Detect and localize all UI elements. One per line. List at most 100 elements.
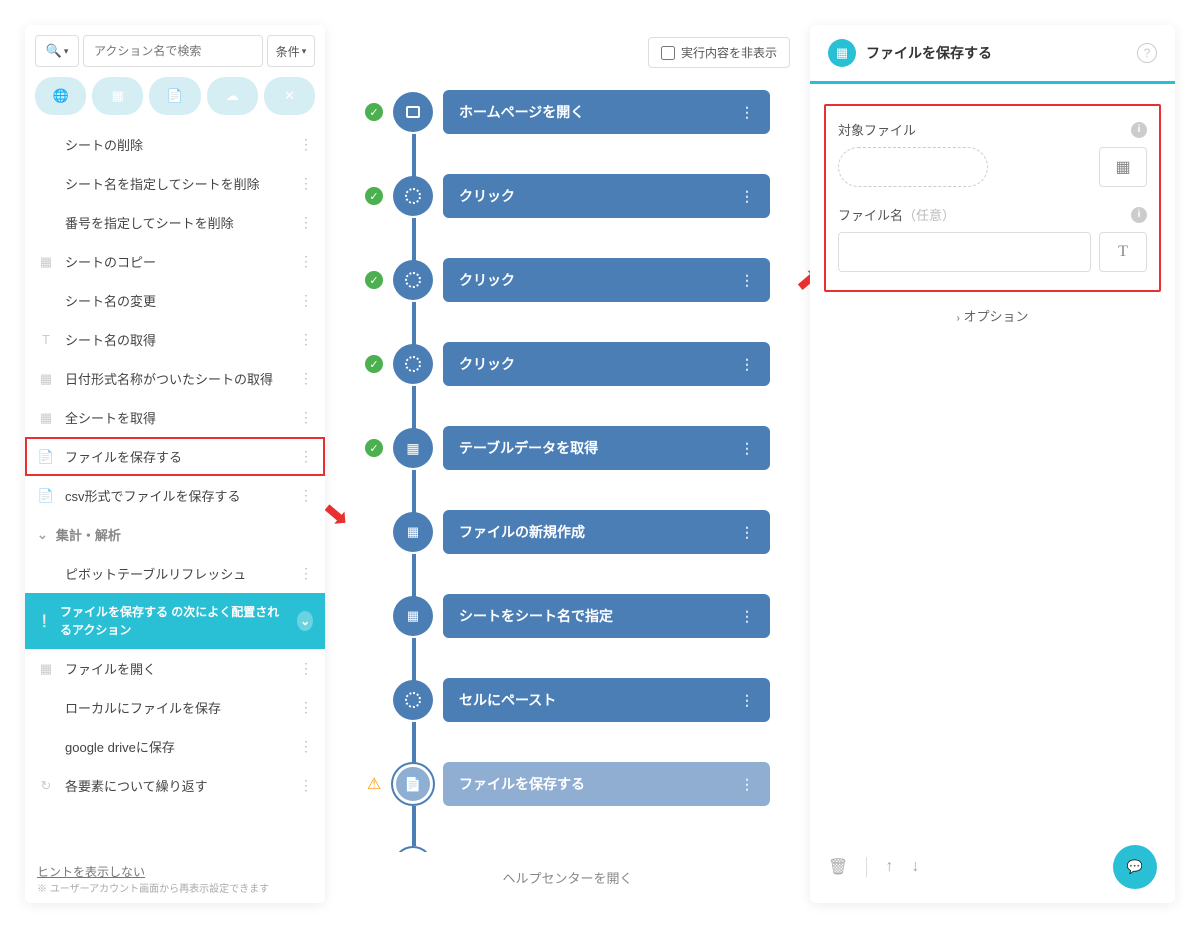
more-icon[interactable]: ⋮ — [299, 214, 313, 231]
more-icon[interactable]: ⋮ — [299, 777, 313, 794]
action-item[interactable]: Tシート名の取得⋮ — [25, 320, 325, 359]
more-icon[interactable]: ⋮ — [740, 524, 754, 541]
text-var-button[interactable]: T — [1099, 232, 1147, 272]
node-label: クリック — [459, 186, 515, 206]
node-icon[interactable]: ▦ — [393, 428, 433, 468]
more-icon[interactable]: ⋮ — [299, 175, 313, 192]
category-header[interactable]: ⌄集計・解析 — [25, 515, 325, 554]
node-bar[interactable]: クリック ⋮ — [443, 174, 770, 218]
flow-node[interactable]: ▦ファイルの新規作成⋮ — [365, 510, 770, 554]
suggestion-header[interactable]: ❕ファイルを保存する の次によく配置されるアクション⌄ — [25, 593, 325, 649]
info-icon[interactable]: i — [1131, 122, 1147, 138]
props-body: 対象ファイル i ▦ ファイル名 （任意） i — [810, 84, 1175, 359]
search-button[interactable]: 🔍▾ — [35, 35, 79, 67]
search-input[interactable] — [83, 35, 263, 67]
hide-exec-toggle[interactable]: 実行内容を非表示 — [648, 37, 790, 68]
flow-node[interactable]: ✓▦テーブルデータを取得⋮ — [365, 426, 770, 470]
flow-node[interactable]: ✓クリック⋮ — [365, 342, 770, 386]
node-bar[interactable]: ファイルを保存する⋮ — [443, 762, 770, 806]
node-bar[interactable]: クリック⋮ — [443, 258, 770, 302]
more-icon[interactable]: ⋮ — [299, 370, 313, 387]
move-down-button[interactable]: ↓ — [911, 858, 919, 876]
help-center-link[interactable]: ヘルプセンターを開く — [325, 852, 810, 903]
more-icon[interactable]: ⋮ — [740, 188, 754, 205]
comment-button[interactable]: 💬 — [1113, 845, 1157, 889]
more-icon[interactable]: ⋮ — [299, 136, 313, 153]
action-item[interactable]: ▦全シートを取得⋮ — [25, 398, 325, 437]
more-icon[interactable]: ⋮ — [299, 565, 313, 582]
add-node-button[interactable]: + — [393, 846, 433, 852]
connector — [412, 554, 416, 598]
alert-icon: ❕ — [37, 612, 52, 630]
action-item[interactable]: 📄ファイルを保存する⋮ — [25, 437, 325, 476]
flow-node[interactable]: ✓クリック⋮ — [365, 258, 770, 302]
node-icon[interactable] — [393, 344, 433, 384]
node-icon[interactable] — [393, 176, 433, 216]
action-item[interactable]: ▦シートのコピー⋮ — [25, 242, 325, 281]
action-item[interactable]: ローカルにファイルを保存⋮ — [25, 688, 325, 727]
more-icon[interactable]: ⋮ — [299, 409, 313, 426]
node-bar[interactable]: クリック⋮ — [443, 342, 770, 386]
node-bar[interactable]: シートをシート名で指定⋮ — [443, 594, 770, 638]
flow-node[interactable]: ✓ホームページを開く⋮ — [365, 90, 770, 134]
status-ok-icon: ✓ — [365, 187, 383, 205]
arrow-annotation-left: ➡ — [325, 491, 359, 537]
delete-button[interactable]: 🗑 — [828, 857, 848, 877]
action-item[interactable]: シート名の変更⋮ — [25, 281, 325, 320]
tab-tools[interactable]: ✕ — [264, 77, 315, 115]
action-item[interactable]: ピボットテーブルリフレッシュ⋮ — [25, 554, 325, 593]
more-icon[interactable]: ⋮ — [299, 331, 313, 348]
node-bar[interactable]: ファイルの新規作成⋮ — [443, 510, 770, 554]
more-icon[interactable]: ⋮ — [740, 104, 754, 121]
node-icon[interactable]: 📄 — [393, 764, 433, 804]
node-icon[interactable]: ▦ — [393, 596, 433, 636]
node-icon[interactable] — [393, 92, 433, 132]
node-bar[interactable]: セルにペースト⋮ — [443, 678, 770, 722]
hide-hint-link[interactable]: ヒントを表示しない — [37, 863, 313, 880]
more-icon[interactable]: ⋮ — [299, 487, 313, 504]
action-item[interactable]: シート名を指定してシートを削除⋮ — [25, 164, 325, 203]
action-item[interactable]: シートの削除⋮ — [25, 125, 325, 164]
node-icon[interactable] — [393, 260, 433, 300]
tab-web[interactable]: 🌐 — [35, 77, 86, 115]
action-label: ファイルを保存する — [65, 447, 289, 466]
action-item[interactable]: ▦ファイルを開く⋮ — [25, 649, 325, 688]
flow-node[interactable]: ✓ クリック ⋮ — [365, 174, 770, 218]
flow-node[interactable]: ⚠📄ファイルを保存する⋮ — [365, 762, 770, 806]
tab-cloud[interactable]: ☁ — [207, 77, 258, 115]
more-icon[interactable]: ⋮ — [740, 776, 754, 793]
more-icon[interactable]: ⋮ — [299, 448, 313, 465]
more-icon[interactable]: ⋮ — [299, 699, 313, 716]
target-file-input[interactable] — [838, 147, 988, 187]
action-item[interactable]: ▦日付形式名称がついたシートの取得⋮ — [25, 359, 325, 398]
tab-excel[interactable]: ▦ — [92, 77, 143, 115]
filename-input[interactable] — [838, 232, 1091, 272]
more-icon[interactable]: ⋮ — [299, 738, 313, 755]
action-item[interactable]: google driveに保存⋮ — [25, 727, 325, 766]
move-up-button[interactable]: ↑ — [885, 858, 893, 876]
pick-file-button[interactable]: ▦ — [1099, 147, 1147, 187]
action-item[interactable]: 番号を指定してシートを削除⋮ — [25, 203, 325, 242]
condition-button[interactable]: 条件▾ — [267, 35, 315, 67]
more-icon[interactable]: ⋮ — [740, 608, 754, 625]
action-item[interactable]: ↻各要素について繰り返す⋮ — [25, 766, 325, 805]
help-icon[interactable]: ? — [1137, 43, 1157, 63]
info-icon[interactable]: i — [1131, 207, 1147, 223]
more-icon[interactable]: ⋮ — [299, 292, 313, 309]
hide-exec-checkbox[interactable] — [661, 46, 675, 60]
node-icon[interactable] — [393, 680, 433, 720]
more-icon[interactable]: ⋮ — [740, 692, 754, 709]
action-item[interactable]: 📄csv形式でファイルを保存する⋮ — [25, 476, 325, 515]
flow-node[interactable]: ▦シートをシート名で指定⋮ — [365, 594, 770, 638]
node-bar[interactable]: テーブルデータを取得⋮ — [443, 426, 770, 470]
node-icon[interactable]: ▦ — [393, 512, 433, 552]
node-bar[interactable]: ホームページを開く⋮ — [443, 90, 770, 134]
more-icon[interactable]: ⋮ — [299, 253, 313, 270]
flow-node[interactable]: セルにペースト⋮ — [365, 678, 770, 722]
more-icon[interactable]: ⋮ — [740, 440, 754, 457]
tab-file[interactable]: 📄 — [149, 77, 200, 115]
options-toggle[interactable]: › オプション — [824, 292, 1161, 339]
more-icon[interactable]: ⋮ — [299, 660, 313, 677]
more-icon[interactable]: ⋮ — [740, 272, 754, 289]
more-icon[interactable]: ⋮ — [740, 356, 754, 373]
